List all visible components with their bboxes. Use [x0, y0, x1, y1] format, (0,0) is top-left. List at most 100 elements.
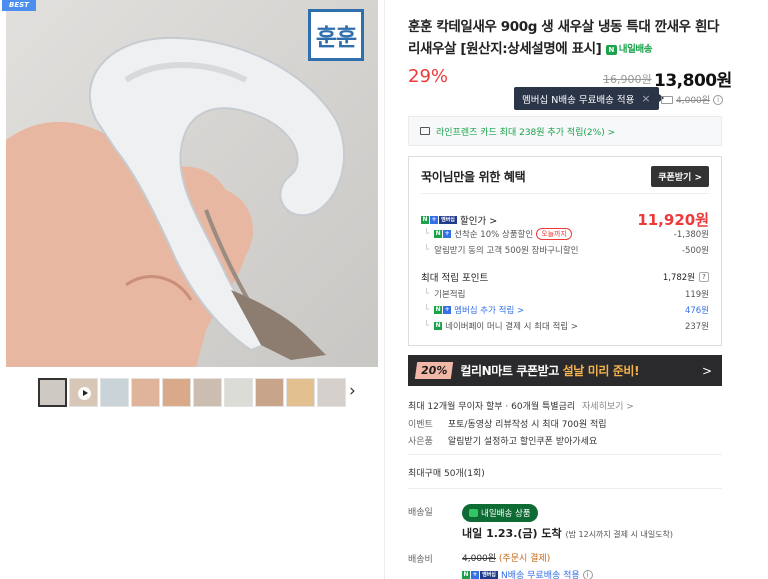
membership-points-value: 476원: [684, 306, 709, 316]
gift-label: 사은품: [408, 437, 433, 447]
tomorrow-delivery-badge: N 내일배송: [605, 39, 653, 61]
membership-points-row[interactable]: └ N + 멤버십 추가 적립 > 476원: [421, 304, 709, 316]
membership-tooltip: 멤버십 N배송 무료배송 적용 ×: [514, 87, 664, 110]
tomorrow-delivery-pill: 내일배송 상품: [462, 504, 538, 522]
max-purchase: 최대구매 50개(1회): [408, 469, 485, 479]
first-discount-value: -1,380원: [673, 230, 709, 240]
basic-points-value: 119원: [684, 290, 709, 300]
gift-text: 알림받기 설정하고 할인쿠폰 받아가세요: [447, 437, 598, 447]
event-info: 이벤트 포토/동영상 리뷰작성 시 최대 700원 적립: [408, 417, 607, 430]
truck-icon: N: [605, 45, 617, 55]
installment-info: 최대 12개월 무이자 할부 · 60개월 특별금리 자세히보기 >: [408, 399, 634, 412]
divider: [408, 488, 722, 489]
thumbnail-strip: [38, 378, 346, 407]
npay-points-link[interactable]: 네이버페이 머니 결제 시 최대 적립 >: [445, 320, 578, 332]
shipping-fee-label: 배송비: [408, 555, 433, 565]
info-icon[interactable]: i: [582, 569, 593, 579]
promo-banner[interactable]: 20% 컬리N마트 쿠폰받고 설날 미리 준비! >: [408, 355, 722, 386]
product-gallery: BEST 훈훈 ›: [0, 0, 385, 579]
discount-price: 11,920원: [637, 211, 709, 229]
divider: [421, 193, 709, 194]
original-price: 16,900원: [603, 73, 652, 86]
thumbnail-next-icon[interactable]: ›: [349, 381, 356, 401]
free-shipping-text: N배송 무료배송 적용: [501, 571, 580, 579]
card-promo-text: 라인프렌즈 카드 최대 238원 추가 적립(2%) >: [436, 127, 616, 138]
max-points-row: 최대 적립 포인트 1,782원 ?: [421, 270, 709, 284]
shipping-fee-note: (주문시 결제): [498, 554, 551, 564]
naver-plus-icon: N + 멤버십: [421, 215, 457, 224]
thumbnail[interactable]: [317, 378, 346, 407]
installment-text: 최대 12개월 무이자 할부 · 60개월 특별금리: [408, 402, 576, 412]
alarm-discount-label: 알림받기 동의 고객 500원 장바구니할인: [434, 246, 579, 256]
benefit-heading: 꾹이님만을 위한 혜택: [421, 170, 526, 184]
truck-icon: [469, 509, 478, 517]
truck-icon: [661, 95, 673, 104]
banner-text-highlight: 설날 미리 준비!: [562, 364, 640, 378]
product-title: 훈훈 칵테일새우 900g 생 새우살 냉동 특대 깐새우 흰다리새우살 [원산…: [408, 16, 728, 61]
gift-info: 사은품 알림받기 설정하고 할인쿠폰 받아가세요: [408, 434, 597, 447]
thumbnail[interactable]: [162, 378, 191, 407]
chevron-right-icon: >: [701, 363, 712, 378]
membership-points-link[interactable]: 멤버십 추가 적립 >: [454, 304, 524, 316]
today-only-tag: 오늘까지: [536, 228, 572, 240]
card-icon: [420, 127, 430, 135]
thumbnail[interactable]: [131, 378, 160, 407]
divider: [408, 454, 722, 455]
tomorrow-delivery-label: 내일배송: [618, 44, 653, 55]
naver-plus-icon: N +: [434, 306, 452, 314]
card-promo[interactable]: 라인프렌즈 카드 최대 238원 추가 적립(2%) >: [408, 116, 722, 146]
tooltip-text: 멤버십 N배송 무료배송 적용: [522, 94, 635, 106]
max-points-label: 최대 적립 포인트: [421, 273, 489, 284]
shipping-fee-line: 4,000원 i: [661, 93, 724, 106]
tomorrow-delivery-pill-text: 내일배송 상품: [481, 509, 531, 519]
first-discount-label: 선착순 10% 상품할인: [454, 230, 534, 240]
max-points-value: 1,782원: [662, 273, 695, 283]
naver-pay-icon: N: [434, 322, 443, 330]
get-coupon-button[interactable]: 쿠폰받기 >: [651, 166, 709, 187]
basic-points-row: └ 기본적립 119원: [424, 289, 709, 300]
npay-points-row[interactable]: └ N 네이버페이 머니 결제 시 최대 적립 > 237원: [421, 320, 709, 332]
alarm-discount-row: └ 알림받기 동의 고객 500원 장바구니할인 -500원: [424, 245, 709, 256]
thumbnail-video[interactable]: [69, 378, 98, 407]
event-text: 포토/동영상 리뷰작성 시 최대 700원 적립: [447, 420, 607, 430]
arrival-date-text: 내일 1.23.(금) 도착: [462, 527, 562, 540]
close-icon[interactable]: ×: [641, 92, 650, 105]
best-badge: BEST: [2, 0, 36, 11]
thumbnail[interactable]: [286, 378, 315, 407]
naver-plus-icon: N + 멤버십: [462, 570, 498, 579]
first-come-row: └ N + 선착순 10% 상품할인 오늘까지 -1,380원: [424, 228, 709, 240]
thumbnail[interactable]: [38, 378, 67, 407]
discount-label: 할인가 >: [460, 215, 498, 227]
play-icon: [78, 387, 91, 400]
thumbnail[interactable]: [100, 378, 129, 407]
main-product-image[interactable]: 훈훈: [6, 0, 378, 367]
brand-logo-text: 훈훈: [315, 25, 357, 51]
shipping-fee-old: 4,000원: [462, 554, 497, 564]
info-icon[interactable]: i: [713, 94, 724, 105]
naver-plus-icon: N +: [434, 230, 452, 238]
sale-price: 13,800원: [654, 71, 732, 91]
alarm-discount-value: -500원: [681, 246, 709, 256]
free-shipping-applied: N + 멤버십 N배송 무료배송 적용 i: [462, 568, 593, 579]
shipping-fee: 4,000원 (주문시 결제): [462, 551, 550, 564]
event-label: 이벤트: [408, 420, 433, 430]
discount-price-row[interactable]: N + 멤버십 할인가 > 11,920원: [421, 209, 709, 230]
help-icon[interactable]: ?: [699, 272, 709, 282]
brand-logo: 훈훈: [308, 9, 364, 61]
thumbnail[interactable]: [193, 378, 222, 407]
delivery-label: 배송일: [408, 508, 433, 518]
shipping-old-fee: 4,000원: [676, 96, 711, 106]
product-title-text: 훈훈 칵테일새우 900g 생 새우살 냉동 특대 깐새우 흰다리새우살 [원산…: [408, 19, 720, 57]
banner-text: 컬리N마트 쿠폰받고 설날 미리 준비!: [460, 362, 639, 379]
banner-percent: 20%: [414, 362, 454, 379]
thumbnail[interactable]: [255, 378, 284, 407]
basic-points-label: 기본적립: [434, 290, 466, 300]
arrival-date: 내일 1.23.(금) 도착 (밤 12시까지 결제 시 내일도착): [462, 525, 673, 541]
discount-rate: 29%: [408, 66, 449, 87]
installment-more-link[interactable]: 자세히보기 >: [582, 402, 634, 412]
benefit-box: 꾹이님만을 위한 혜택 쿠폰받기 > N + 멤버십 할인가 > 11,920원 └…: [408, 156, 722, 346]
thumbnail[interactable]: [224, 378, 253, 407]
npay-points-value: 237원: [684, 322, 709, 332]
banner-text-main: 컬리N마트 쿠폰받고: [460, 364, 563, 378]
arrival-note: (밤 12시까지 결제 시 내일도착): [565, 530, 674, 539]
